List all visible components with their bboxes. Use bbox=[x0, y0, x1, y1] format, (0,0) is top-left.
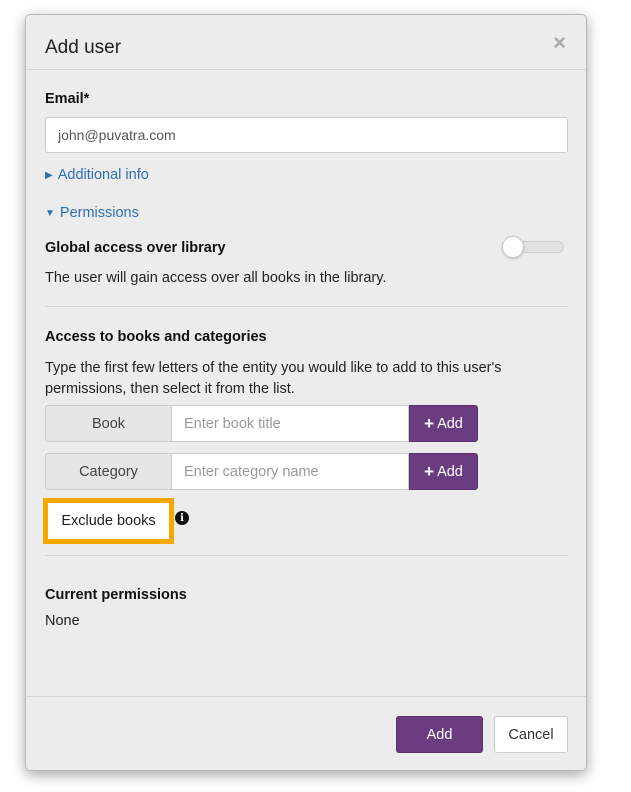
book-input-group: Book +Add bbox=[45, 405, 478, 442]
permissions-toggle[interactable]: ▼ Permissions bbox=[45, 205, 139, 221]
additional-info-label: Additional info bbox=[57, 167, 149, 183]
exclude-books-button[interactable]: Exclude books bbox=[48, 503, 169, 539]
divider bbox=[45, 555, 568, 556]
book-title-input[interactable] bbox=[171, 405, 409, 442]
global-access-title: Global access over library bbox=[45, 240, 226, 256]
add-user-modal: Add user × Email* ▶ Additional info ▼ Perm… bbox=[25, 14, 587, 771]
add-category-button[interactable]: + Add bbox=[409, 453, 478, 490]
plus-icon: + bbox=[424, 414, 435, 433]
access-title: Access to books and categories bbox=[45, 329, 267, 345]
info-icon[interactable]: i bbox=[175, 511, 189, 525]
caret-right-icon: ▶ bbox=[45, 170, 53, 181]
footer-divider bbox=[26, 696, 586, 697]
access-description: Type the first few letters of the entity… bbox=[45, 360, 502, 397]
permissions-label: Permissions bbox=[59, 205, 139, 221]
category-addon-label: Category bbox=[45, 453, 171, 490]
category-name-input[interactable] bbox=[171, 453, 409, 490]
current-permissions-value: None bbox=[45, 613, 80, 629]
toggle-knob bbox=[502, 236, 524, 258]
caret-down-icon: ▼ bbox=[45, 208, 55, 219]
email-field[interactable] bbox=[45, 117, 568, 153]
add-book-button[interactable]: + Add bbox=[409, 405, 478, 442]
close-icon[interactable]: × bbox=[553, 32, 566, 54]
modal-title: Add user bbox=[45, 37, 122, 58]
email-label: Email* bbox=[45, 91, 90, 107]
divider bbox=[45, 306, 568, 307]
plus-icon: + bbox=[424, 462, 435, 481]
additional-info-toggle[interactable]: ▶ Additional info bbox=[45, 167, 149, 183]
add-button[interactable]: Add bbox=[396, 716, 483, 753]
global-access-description: The user will gain access over all books… bbox=[45, 270, 387, 286]
category-input-group: Category +Add bbox=[45, 453, 478, 490]
add-category-label: Add bbox=[437, 463, 463, 480]
book-addon-label: Book bbox=[45, 405, 171, 442]
cancel-button[interactable]: Cancel bbox=[494, 716, 568, 753]
add-book-label: Add bbox=[437, 415, 463, 432]
current-permissions-title: Current permissions bbox=[45, 587, 187, 603]
modal-header: Add user × bbox=[26, 15, 586, 70]
global-access-toggle[interactable] bbox=[502, 236, 564, 258]
